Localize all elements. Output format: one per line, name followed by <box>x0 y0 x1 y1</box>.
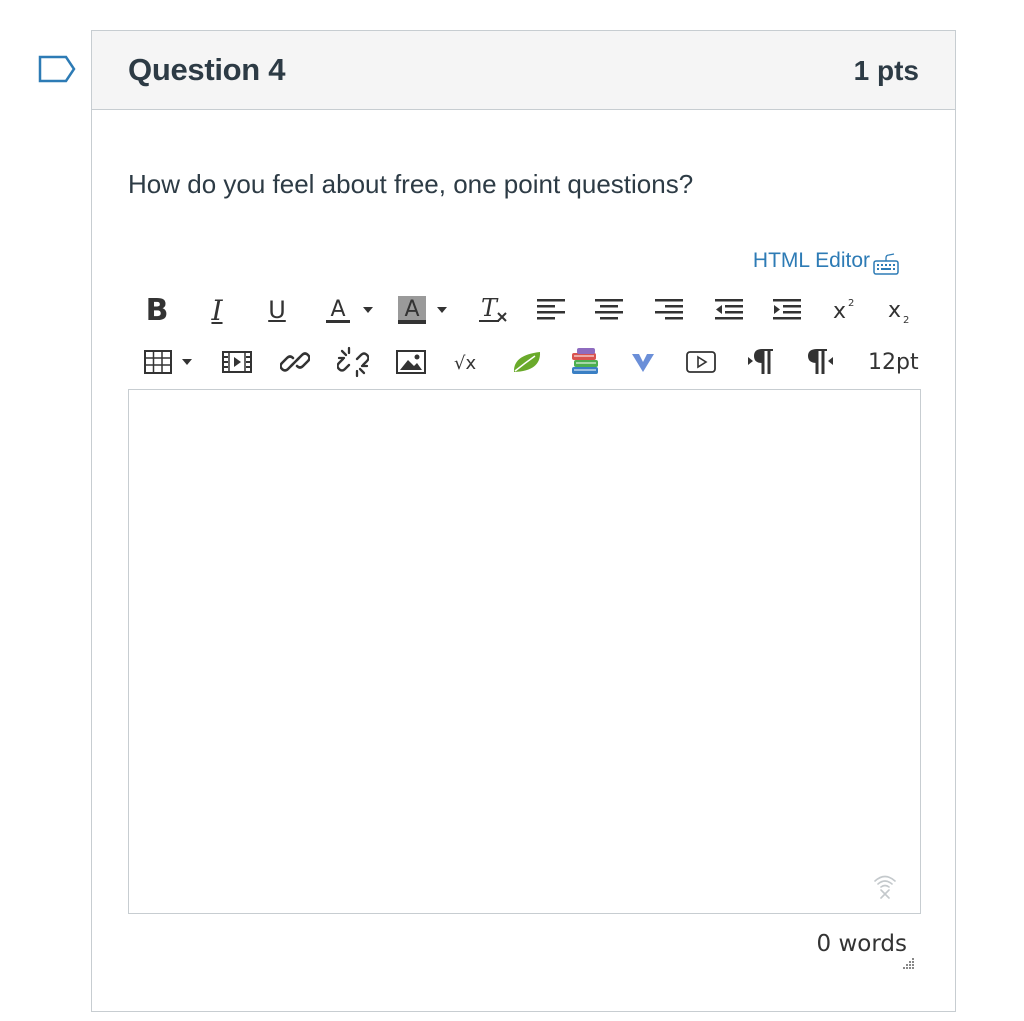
chevron-down-icon <box>437 307 447 313</box>
clear-formatting-button[interactable]: T <box>476 289 510 331</box>
bold-icon: B <box>145 292 169 328</box>
media-button[interactable] <box>220 341 254 383</box>
image-button[interactable] <box>394 341 428 383</box>
outdent-button[interactable] <box>712 289 746 331</box>
subscript-icon: x 2 <box>888 298 909 325</box>
font-size-dropdown[interactable]: 12pt <box>868 341 930 383</box>
align-center-icon <box>595 299 623 320</box>
subscript-button[interactable]: x 2 <box>884 289 914 331</box>
ltr-icon <box>748 348 773 374</box>
table-icon <box>144 350 172 374</box>
keyboard-icon <box>873 253 899 275</box>
text-color-glyph: A <box>330 297 345 322</box>
resize-handle-icon[interactable] <box>901 957 915 971</box>
align-right-icon <box>655 299 683 320</box>
background-color-icon: A <box>398 296 426 324</box>
html-editor-label: HTML Editor <box>752 249 870 272</box>
superscript-glyph: x <box>833 299 846 324</box>
question-text: How do you feel about free, one point qu… <box>128 169 694 199</box>
underline-icon: U <box>268 296 286 324</box>
ltr-button[interactable] <box>744 341 778 383</box>
word-count: 0 words <box>816 931 907 957</box>
chevron-down-icon <box>363 307 373 313</box>
text-color-icon: A <box>326 297 350 323</box>
rtl-icon <box>807 348 833 374</box>
toolbar-row-1: B I U A A T x 2 x 2 <box>132 289 929 331</box>
question-header: Question 4 1 pts <box>92 31 955 110</box>
indent-icon <box>773 299 801 320</box>
table-button[interactable] <box>140 341 196 383</box>
leaf-icon <box>513 352 541 372</box>
background-color-button[interactable]: A <box>390 289 454 331</box>
vimeo-button[interactable] <box>626 341 660 383</box>
italic-button[interactable]: I <box>200 289 234 331</box>
indent-button[interactable] <box>770 289 804 331</box>
html-editor-link[interactable]: HTML Editor <box>752 249 900 275</box>
link-button[interactable] <box>278 341 312 383</box>
media-icon <box>222 351 252 373</box>
clear-formatting-glyph: T <box>481 294 499 322</box>
unlink-icon <box>337 346 369 378</box>
text-color-button[interactable]: A <box>316 289 380 331</box>
vimeo-icon <box>632 354 654 372</box>
align-center-button[interactable] <box>592 289 626 331</box>
italic-icon: I <box>211 293 223 327</box>
align-left-button[interactable] <box>534 289 568 331</box>
equation-glyph: √x <box>454 353 476 374</box>
equation-button[interactable]: √x <box>452 341 488 383</box>
underline-button[interactable]: U <box>260 289 294 331</box>
question-points: 1 pts <box>853 55 919 86</box>
toolbar-row-2: √x 12pt <box>132 341 929 383</box>
video-icon <box>686 351 716 373</box>
unlink-button[interactable] <box>336 341 370 383</box>
image-icon <box>396 350 426 374</box>
question-card: Question 4 1 pts How do you feel about f… <box>91 30 956 1012</box>
equation-icon: √x <box>454 353 476 374</box>
align-right-button[interactable] <box>652 289 686 331</box>
leaf-button[interactable] <box>510 341 544 383</box>
superscript-icon: x 2 <box>833 298 854 324</box>
chevron-down-icon <box>182 359 192 365</box>
books-icon <box>572 348 598 374</box>
link-icon <box>280 352 310 372</box>
video-button[interactable] <box>684 341 718 383</box>
bg-color-glyph: A <box>404 297 419 322</box>
font-size-value: 12pt <box>868 349 919 375</box>
superscript-button[interactable]: x 2 <box>828 289 862 331</box>
subscript-glyph: x <box>888 298 901 323</box>
rich-text-editor[interactable] <box>128 389 921 914</box>
align-left-icon <box>537 299 565 320</box>
books-button[interactable] <box>568 341 602 383</box>
rtl-button[interactable] <box>802 341 836 383</box>
flag-question-icon[interactable] <box>38 55 76 83</box>
svg-text:2: 2 <box>848 298 854 309</box>
accessibility-checker-icon[interactable] <box>872 873 898 899</box>
bold-button[interactable]: B <box>140 289 174 331</box>
outdent-icon <box>715 299 743 320</box>
clear-formatting-icon: T <box>479 294 507 322</box>
question-title: Question 4 <box>128 52 286 87</box>
svg-text:2: 2 <box>903 315 909 325</box>
